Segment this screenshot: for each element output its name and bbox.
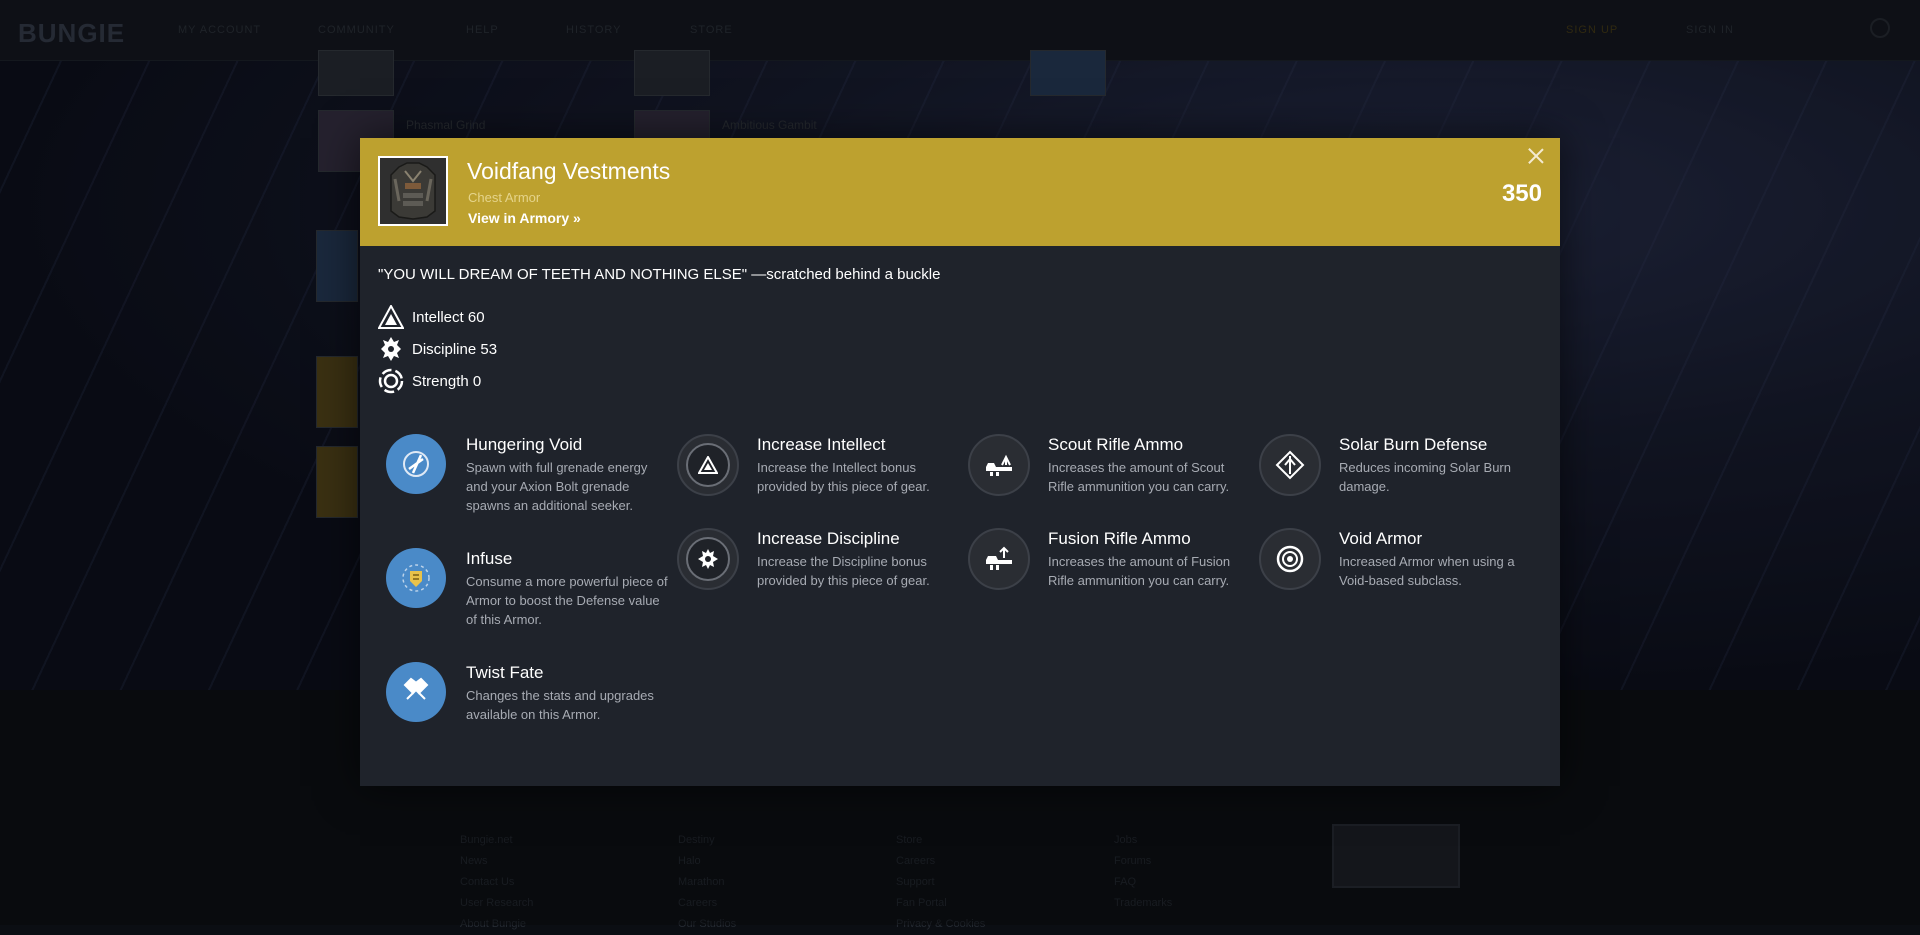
perk-fusion-rifle-ammo[interactable]: Fusion Rifle Ammo Increases the amount o… [968, 528, 1258, 638]
perk-title: Twist Fate [466, 663, 544, 682]
stat-strength: Strength 0 [378, 368, 481, 394]
stat-label: Intellect 60 [412, 308, 485, 326]
perk-title: Hungering Void [466, 435, 583, 454]
perk-description: Increases the amount of Scout Rifle ammu… [1048, 460, 1230, 494]
discipline-perk-icon [677, 528, 739, 590]
perk-description: Increased Armor when using a Void-based … [1339, 554, 1515, 588]
perk-title: Void Armor [1339, 529, 1423, 548]
axion-bolt-icon [386, 434, 446, 494]
infuse-icon [386, 548, 446, 608]
perk-description: Reduces incoming Solar Burn damage. [1339, 460, 1511, 494]
intellect-icon [378, 304, 404, 330]
twist-fate-icon [386, 662, 446, 722]
solar-defense-icon [1259, 434, 1321, 496]
perk-twist-fate[interactable]: Twist Fate Changes the stats and upgrade… [386, 662, 676, 772]
stat-intellect: Intellect 60 [378, 304, 485, 330]
perk-title: Increase Discipline [757, 529, 900, 548]
perk-description: Consume a more powerful piece of Armor t… [466, 574, 668, 627]
void-armor-icon [1259, 528, 1321, 590]
fusion-rifle-icon [968, 528, 1030, 590]
strength-icon [378, 368, 404, 394]
scout-rifle-icon [968, 434, 1030, 496]
perk-description: Increase the Intellect bonus provided by… [757, 460, 930, 494]
perk-void-armor[interactable]: Void Armor Increased Armor when using a … [1259, 528, 1549, 638]
perk-description: Spawn with full grenade energy and your … [466, 460, 648, 513]
perk-increase-discipline[interactable]: Increase Discipline Increase the Discipl… [677, 528, 967, 638]
perk-hungering-void[interactable]: Hungering Void Spawn with full grenade e… [386, 434, 676, 544]
view-in-armory-link[interactable]: View in Armory » [468, 210, 581, 226]
perk-title: Solar Burn Defense [1339, 435, 1488, 454]
perk-description: Increase the Discipline bonus provided b… [757, 554, 930, 588]
perk-description: Increases the amount of Fusion Rifle amm… [1048, 554, 1231, 588]
chest-armor-icon [378, 156, 448, 226]
perk-title: Scout Rifle Ammo [1048, 435, 1184, 454]
stat-discipline: Discipline 53 [378, 336, 497, 362]
stat-label: Discipline 53 [412, 340, 498, 358]
modal-header: Voidfang Vestments Chest Armor View in A… [360, 138, 1560, 246]
perk-title: Fusion Rifle Ammo [1048, 529, 1191, 548]
item-detail-modal: Voidfang Vestments Chest Armor View in A… [360, 138, 1560, 786]
perk-infuse[interactable]: Infuse Consume a more powerful piece of … [386, 548, 676, 658]
close-icon[interactable] [1526, 146, 1546, 166]
perk-description: Changes the stats and upgrades available… [466, 688, 654, 722]
item-power-level: 350 [1501, 180, 1542, 207]
intellect-perk-icon [677, 434, 739, 496]
perk-title: Infuse [466, 549, 513, 568]
stat-label: Strength 0 [412, 372, 482, 390]
perk-title: Increase Intellect [757, 435, 886, 454]
discipline-icon [378, 336, 404, 362]
item-name: Voidfang Vestments [467, 158, 671, 184]
flavor-text: "YOU WILL DREAM OF TEETH AND NOTHING ELS… [378, 266, 941, 283]
item-type: Chest Armor [468, 190, 541, 205]
